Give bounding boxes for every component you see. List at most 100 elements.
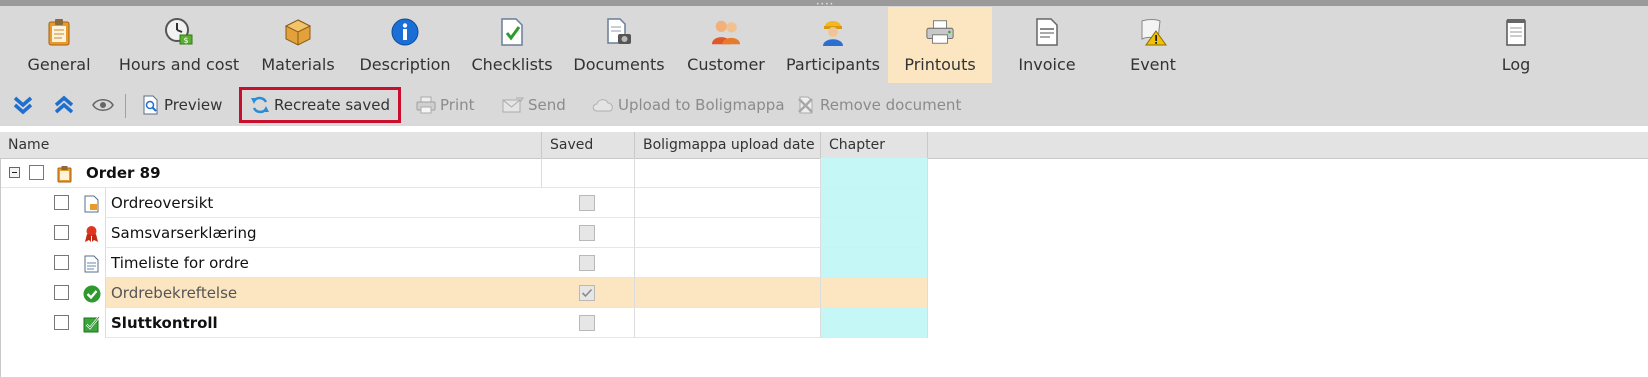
collapse-all-button[interactable] [53,90,79,120]
recreate-saved-button[interactable]: Recreate saved [239,87,401,123]
column-header-name[interactable]: Name [0,132,542,158]
tab-label: Event [1130,55,1176,74]
column-header-boligmappa-upload-date[interactable]: Boligmappa upload date [635,132,821,158]
name-cell: Ordreoversikt [0,188,542,218]
box-icon [283,17,313,47]
chapter-cell[interactable] [821,308,928,338]
column-header-saved[interactable]: Saved [542,132,635,158]
tab-label: Participants [786,55,880,74]
tab-general[interactable]: General [15,7,103,83]
row-checkbox[interactable] [54,285,69,300]
row-checkbox[interactable] [54,225,69,240]
document-icon [83,195,100,213]
send-icon [502,96,524,114]
name-cell: Ordrebekreftelse [0,278,542,308]
table-row[interactable]: Ordreoversikt [0,188,930,218]
tab-printouts[interactable]: Printouts [888,7,992,83]
saved-checkbox [579,195,595,211]
checklist-icon [497,17,527,47]
printer-icon [925,17,955,47]
send-button[interactable]: Send [502,90,566,120]
print-label: Print [440,96,475,114]
saved-checkbox [579,225,595,241]
name-cell: Order 89 [0,158,542,188]
preview-button[interactable]: Preview [142,90,222,120]
tab-label: Invoice [1018,55,1076,74]
saved-checkbox [579,255,595,271]
ribbon-award-icon [83,225,100,242]
remove-document-button[interactable]: Remove document [796,90,961,120]
tab-log[interactable]: Log [1490,7,1542,83]
tab-event[interactable]: Event [1112,7,1194,83]
table-row-selected[interactable]: Ordrebekreftelse [0,278,930,308]
tab-label: Documents [573,55,665,74]
green-check-icon [83,285,101,303]
documents-icon [604,17,634,47]
printouts-toolbar: Preview Recreate saved Print Send Upload… [0,84,1648,126]
chapter-cell[interactable] [821,188,928,218]
collapse-node-icon[interactable] [9,167,20,178]
upload-boligmappa-button[interactable]: Upload to Boligmappa [592,90,785,120]
log-icon [1501,17,1531,47]
chapter-cell[interactable] [821,278,928,308]
saved-cell [542,188,635,218]
expand-all-button[interactable] [12,90,38,120]
tab-label: Materials [261,55,335,74]
column-header-chapter[interactable]: Chapter [821,132,928,158]
row-label: Ordrebekreftelse [111,284,238,302]
tab-participants[interactable]: Participants [784,7,882,83]
tab-customer[interactable]: Customer [682,7,770,83]
timesheet-icon [83,255,100,273]
name-cell: Timeliste for ordre [0,248,542,278]
row-label: Timeliste for ordre [111,254,249,272]
tab-label: Hours and cost [118,55,240,74]
row-checkbox[interactable] [29,165,44,180]
table-row[interactable]: Sluttkontroll [0,308,930,338]
root-label: Order 89 [86,164,161,182]
recreate-saved-label: Recreate saved [274,96,390,114]
customer-icon [711,17,741,47]
row-label: Ordreoversikt [111,194,214,212]
row-checkbox[interactable] [54,315,69,330]
info-icon [390,17,420,47]
clock-money-icon: $ [164,17,194,47]
row-label: Sluttkontroll [111,314,218,332]
tab-label: Checklists [471,55,553,74]
preview-label: Preview [164,96,223,114]
tab-documents[interactable]: Documents [570,7,668,83]
clipboard-icon [56,165,73,183]
upload-boligmappa-label: Upload to Boligmappa [618,96,785,114]
saved-cell [542,248,635,278]
upload-date-cell [635,188,821,218]
table-row[interactable]: Samsvarserklæring [0,218,930,248]
upload-date-cell [635,248,821,278]
checkbox-checked-icon [83,315,100,333]
upload-date-cell [635,278,821,308]
tab-invoice[interactable]: Invoice [1006,7,1088,83]
toolbar-separator [125,94,126,118]
tab-label: General [27,55,91,74]
print-button[interactable]: Print [416,90,475,120]
tree-root-row[interactable]: Order 89 [0,158,930,188]
eye-icon [92,97,114,113]
tab-description[interactable]: Description [354,7,456,83]
name-cell: Sluttkontroll [0,308,542,338]
view-toggle-button[interactable] [92,90,118,120]
tab-hours-and-cost[interactable]: $ Hours and cost [115,7,243,83]
remove-document-icon [796,95,816,115]
chapter-cell[interactable] [821,248,928,278]
chapter-cell[interactable] [821,158,928,188]
row-label: Samsvarserklæring [111,224,257,242]
tab-checklists[interactable]: Checklists [468,7,556,83]
upload-date-cell [635,218,821,248]
saved-cell [542,218,635,248]
clipboard-icon [44,17,74,47]
refresh-icon [250,95,270,115]
row-checkbox[interactable] [54,195,69,210]
table-row[interactable]: Timeliste for ordre [0,248,930,278]
chapter-cell[interactable] [821,218,928,248]
tab-materials[interactable]: Materials [255,7,341,83]
saved-cell [542,308,635,338]
row-checkbox[interactable] [54,255,69,270]
tab-label: Customer [687,55,765,74]
